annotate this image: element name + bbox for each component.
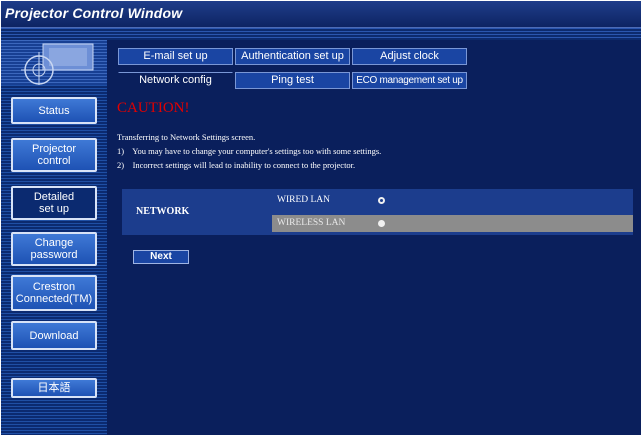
option-wireless-lan-label: WIRELESS LAN bbox=[277, 218, 346, 228]
sidebar-item-detailed-set-up[interactable]: Detailed set up bbox=[11, 186, 97, 220]
tab-email-set-up[interactable]: E-mail set up bbox=[118, 48, 233, 65]
window-title: Projector Control Window bbox=[5, 5, 183, 21]
tab-ping-test[interactable]: Ping test bbox=[235, 72, 350, 89]
caution-heading: CAUTION! bbox=[117, 100, 190, 116]
sidebar-item-japanese[interactable]: 日本語 bbox=[11, 378, 97, 398]
main-content: E-mail set up Authentication set up Adju… bbox=[107, 40, 641, 435]
title-bar: Projector Control Window bbox=[1, 1, 641, 28]
header-stripe bbox=[1, 28, 641, 40]
sidebar-item-crestron-connected[interactable]: Crestron Connected(TM) bbox=[11, 275, 97, 311]
sidebar: Status Projector control Detailed set up… bbox=[1, 40, 107, 435]
tab-authentication-set-up[interactable]: Authentication set up bbox=[235, 48, 350, 65]
sidebar-item-download[interactable]: Download bbox=[11, 321, 97, 350]
sidebar-item-projector-control[interactable]: Projector control bbox=[11, 138, 97, 172]
tab-eco-management-set-up[interactable]: ECO management set up bbox=[352, 72, 467, 89]
option-wireless-lan: WIRELESS LAN bbox=[272, 215, 633, 232]
next-button[interactable]: Next bbox=[133, 250, 189, 264]
wired-lan-radio[interactable] bbox=[378, 197, 385, 204]
sidebar-item-change-password[interactable]: Change password bbox=[11, 232, 97, 266]
network-settings-table: NETWORK WIRED LAN WIRELESS LAN bbox=[122, 189, 633, 235]
sidebar-item-status[interactable]: Status bbox=[11, 97, 97, 124]
tab-adjust-clock[interactable]: Adjust clock bbox=[352, 48, 467, 65]
tab-network-config[interactable]: Network config bbox=[118, 72, 233, 89]
projector-control-window: Projector Control Window Status Projecto… bbox=[0, 0, 643, 435]
message-note-2: 2) Incorrect settings will lead to inabi… bbox=[117, 160, 356, 170]
wireless-lan-radio bbox=[378, 220, 385, 227]
message-transferring: Transferring to Network Settings screen. bbox=[117, 132, 256, 142]
logo-area bbox=[1, 40, 107, 85]
option-wired-lan-label: WIRED LAN bbox=[277, 195, 331, 205]
message-note-1: 1) You may have to change your computer'… bbox=[117, 146, 382, 156]
network-label: NETWORK bbox=[136, 206, 190, 217]
projector-logo-icon bbox=[21, 43, 94, 85]
option-wired-lan[interactable]: WIRED LAN bbox=[272, 192, 633, 209]
